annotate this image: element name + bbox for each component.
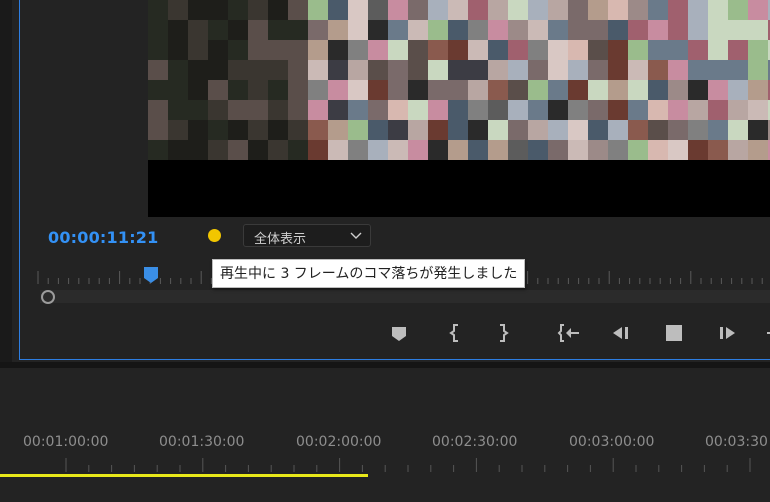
timeline-time-label: 00:02:00:00 — [296, 434, 382, 450]
video-preview — [148, 0, 770, 217]
step-forward-icon — [720, 327, 735, 339]
stop-icon — [666, 325, 682, 341]
add-icon — [767, 332, 770, 334]
overflow-button[interactable] — [762, 320, 770, 346]
timeline-time-label: 00:03:00:00 — [569, 434, 655, 450]
mark-out-icon — [500, 324, 509, 342]
dropped-frames-tooltip: 再生中に 3 フレームのコマ落ちが発生しました — [212, 259, 526, 288]
timeline-time-label: 00:01:00:00 — [23, 434, 109, 450]
marker-icon — [392, 327, 406, 341]
playhead-timecode[interactable]: 00:00:11:21 — [48, 228, 158, 247]
program-monitor-panel — [19, 0, 770, 360]
go-to-in-icon — [557, 324, 579, 342]
go-to-in-button[interactable] — [556, 320, 582, 346]
timeline-time-ruler[interactable] — [0, 456, 770, 474]
step-forward-button[interactable] — [714, 320, 740, 346]
mark-in-button[interactable] — [442, 320, 468, 346]
mark-out-button[interactable] — [490, 320, 516, 346]
mark-in-icon — [449, 324, 458, 342]
add-marker-button[interactable] — [386, 320, 412, 346]
left-panel-edge — [0, 0, 12, 362]
monitor-scrub-bar[interactable] — [40, 290, 770, 303]
step-back-button[interactable] — [608, 320, 634, 346]
timeline-time-label: 00:03:30 — [705, 434, 768, 450]
stop-button[interactable] — [661, 320, 687, 346]
premiere-window: 00:00:11:21 全体表示 再生中に 3 フレームのコマ落ちが発生しました — [0, 0, 770, 502]
work-area-bar[interactable] — [0, 474, 368, 477]
playhead-marker-icon[interactable] — [143, 266, 159, 284]
timeline-time-label: 00:02:30:00 — [432, 434, 518, 450]
timeline-time-label: 00:01:30:00 — [159, 434, 245, 450]
zoom-level-dropdown[interactable]: 全体表示 — [243, 224, 371, 247]
step-back-icon — [613, 327, 628, 339]
dropped-frame-indicator[interactable] — [208, 229, 221, 242]
zoom-level-value: 全体表示 — [254, 232, 307, 247]
chevron-down-icon — [350, 232, 362, 239]
pixelated-video-frame — [148, 0, 770, 160]
scrub-handle[interactable] — [41, 290, 55, 304]
timeline-panel: 00:01:00:00 00:01:30:00 00:02:00:00 00:0… — [0, 368, 770, 502]
